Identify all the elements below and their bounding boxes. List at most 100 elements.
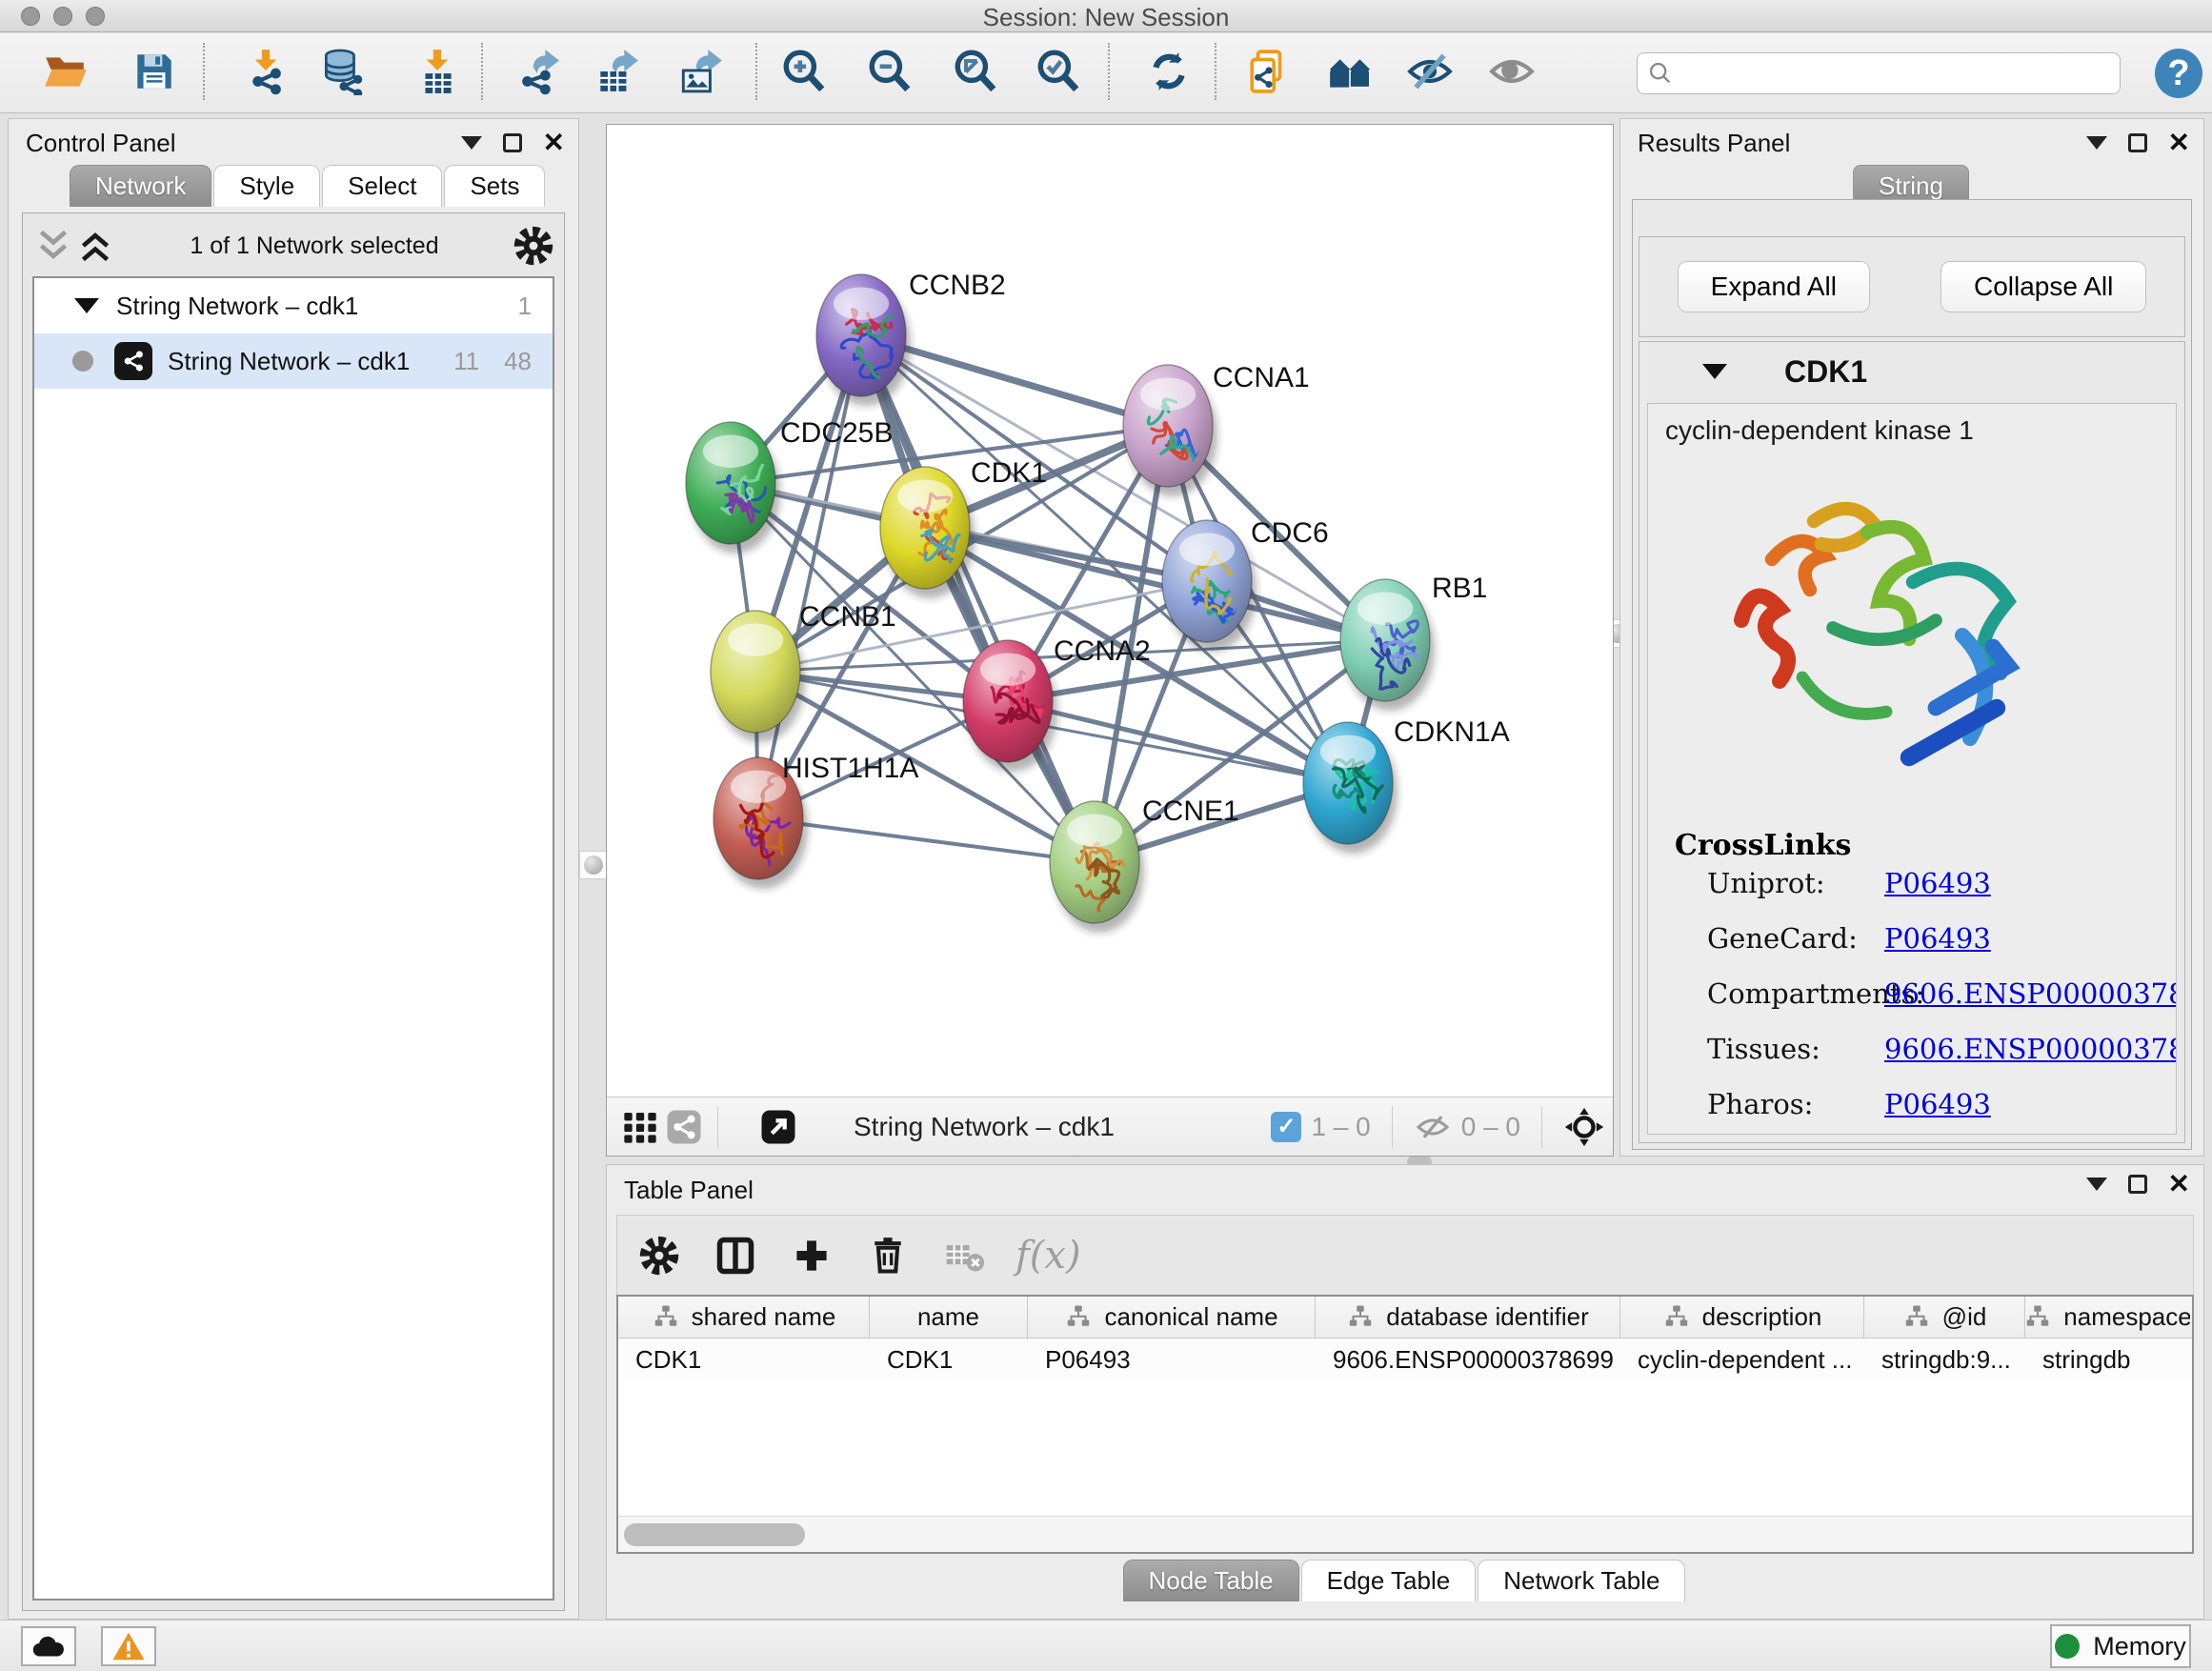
tab-node-table[interactable]: Node Table bbox=[1123, 1560, 1299, 1601]
import-network-from-database-button[interactable] bbox=[314, 44, 370, 99]
crosslink-link[interactable]: P06493 bbox=[1884, 1088, 1991, 1120]
collapse-all-networks-icon[interactable] bbox=[32, 229, 74, 263]
zoom-fit-button[interactable] bbox=[948, 44, 1003, 99]
import-network-button[interactable] bbox=[238, 44, 293, 99]
hide-selected-icon-button[interactable] bbox=[1402, 44, 1458, 99]
column-type-icon bbox=[1662, 1303, 1691, 1332]
collapse-all-button[interactable]: Collapse All bbox=[1941, 261, 2146, 312]
expand-all-button[interactable]: Expand All bbox=[1678, 261, 1870, 312]
tab-style[interactable]: Style bbox=[213, 165, 320, 207]
cell-id[interactable]: stringdb:9... bbox=[1864, 1339, 2025, 1380]
crosslink-label: Uniprot: bbox=[1707, 867, 1825, 899]
panel-close-icon[interactable]: ✕ bbox=[543, 133, 565, 152]
network-collection-row[interactable]: String Network – cdk1 1 bbox=[34, 278, 553, 333]
function-builder-icon[interactable]: f(x) bbox=[1016, 1234, 1081, 1278]
show-all-icon-button[interactable] bbox=[1484, 44, 1539, 99]
table-options-gear-icon[interactable] bbox=[634, 1231, 684, 1280]
column-header-database-identifier[interactable]: database identifier bbox=[1316, 1297, 1620, 1338]
cell-description[interactable]: cyclin-dependent ... bbox=[1620, 1339, 1864, 1380]
network-node-RB1[interactable]: RB1 bbox=[1340, 573, 1487, 711]
network-options-gear-icon[interactable] bbox=[513, 225, 554, 267]
delete-table-icon[interactable] bbox=[939, 1231, 989, 1280]
network-node-CDK1[interactable]: CDK1 bbox=[880, 457, 1047, 598]
column-header-description[interactable]: description bbox=[1620, 1297, 1864, 1338]
cell-shared-name[interactable]: CDK1 bbox=[618, 1339, 870, 1380]
network-view-panel: CCNB2CCNA1CDC25BCDK1CDC6RB1CCNB1CCNA2CDK… bbox=[606, 124, 1614, 1157]
status-bar: Memory bbox=[0, 1620, 2212, 1671]
export-network-button[interactable] bbox=[510, 44, 565, 99]
network-node-HIST1H1A[interactable]: HIST1H1A bbox=[714, 753, 918, 889]
column-header-id[interactable]: @id bbox=[1864, 1297, 2025, 1338]
help-button[interactable]: ? bbox=[2155, 49, 2202, 98]
expand-all-networks-icon[interactable] bbox=[74, 229, 116, 263]
horizontal-scrollbar[interactable] bbox=[618, 1516, 2192, 1552]
network-node-CCNB1[interactable]: CCNB1 bbox=[711, 601, 896, 742]
titlebar: Session: New Session bbox=[0, 0, 2212, 32]
detach-view-icon[interactable] bbox=[756, 1105, 800, 1149]
network-node-CCNE1[interactable]: CCNE1 bbox=[1050, 795, 1239, 933]
node-label-CDC25B: CDC25B bbox=[780, 417, 893, 449]
panel-menu-icon[interactable] bbox=[461, 136, 482, 150]
cell-canonical-name[interactable]: P06493 bbox=[1028, 1339, 1316, 1380]
panel-menu-icon[interactable] bbox=[2086, 136, 2107, 150]
protein-structure-image bbox=[1696, 467, 2077, 819]
import-table-button[interactable] bbox=[410, 44, 465, 99]
node-label-RB1: RB1 bbox=[1432, 573, 1487, 604]
export-image-button[interactable] bbox=[673, 44, 728, 99]
birdseye-navigator-icon[interactable] bbox=[1563, 1106, 1605, 1148]
warnings-button[interactable] bbox=[101, 1626, 156, 1666]
panel-float-icon[interactable] bbox=[2128, 1175, 2147, 1194]
node-label-CCNE1: CCNE1 bbox=[1142, 795, 1239, 827]
search-input[interactable] bbox=[1681, 60, 2110, 87]
export-table-button[interactable] bbox=[589, 44, 644, 99]
crosslink-link[interactable]: P06493 bbox=[1884, 922, 1991, 955]
show-column-icon[interactable] bbox=[711, 1231, 760, 1280]
column-header-canonical-name[interactable]: canonical name bbox=[1028, 1297, 1316, 1338]
crosslink-link[interactable]: P06493 bbox=[1884, 867, 1991, 899]
column-header-name[interactable]: name bbox=[870, 1297, 1028, 1338]
network-node-CDC6[interactable]: CDC6 bbox=[1162, 517, 1329, 652]
open-session-button[interactable] bbox=[38, 44, 93, 99]
tab-select[interactable]: Select bbox=[322, 165, 442, 207]
collection-expand-icon[interactable] bbox=[74, 298, 99, 313]
selected-checkbox-icon[interactable]: ✓ bbox=[1271, 1112, 1301, 1142]
cell-database-identifier[interactable]: 9606.ENSP00000378699 bbox=[1316, 1339, 1620, 1380]
zoom-in-button[interactable] bbox=[776, 44, 832, 99]
left-splitter-handle[interactable] bbox=[579, 851, 608, 879]
entry-collapse-icon[interactable] bbox=[1702, 364, 1727, 379]
clone-network-button[interactable] bbox=[1241, 44, 1297, 99]
cell-name[interactable]: CDK1 bbox=[870, 1339, 1028, 1380]
cell-namespace[interactable]: stringdb bbox=[2025, 1339, 2190, 1380]
first-neighbors-button[interactable] bbox=[1322, 44, 1377, 99]
results-panel: Results Panel ✕ String Expand All Collap… bbox=[1619, 118, 2204, 1157]
delete-column-trash-icon[interactable] bbox=[863, 1231, 913, 1280]
create-column-icon[interactable] bbox=[787, 1231, 836, 1280]
panel-close-icon[interactable]: ✕ bbox=[2168, 133, 2190, 152]
zoom-selected-button[interactable] bbox=[1031, 44, 1086, 99]
network-canvas[interactable]: CCNB2CCNA1CDC25BCDK1CDC6RB1CCNB1CCNA2CDK… bbox=[607, 125, 1613, 1095]
panel-menu-icon[interactable] bbox=[2086, 1178, 2107, 1191]
column-header-shared-name[interactable]: shared name bbox=[618, 1297, 870, 1338]
network-view-icon[interactable] bbox=[662, 1105, 706, 1149]
save-session-button[interactable] bbox=[127, 44, 182, 99]
grid-view-icon[interactable] bbox=[618, 1105, 662, 1149]
tab-edge-table[interactable]: Edge Table bbox=[1301, 1560, 1477, 1601]
scrollbar-thumb[interactable] bbox=[624, 1523, 805, 1546]
memory-button[interactable]: Memory bbox=[2050, 1624, 2191, 1668]
panel-float-icon[interactable] bbox=[503, 133, 522, 152]
cloud-status-button[interactable] bbox=[21, 1626, 76, 1666]
tab-network-table[interactable]: Network Table bbox=[1478, 1560, 1685, 1601]
refresh-button[interactable] bbox=[1141, 44, 1196, 99]
column-header-namespace[interactable]: namespace bbox=[2025, 1297, 2190, 1338]
tab-network[interactable]: Network bbox=[70, 165, 211, 207]
zoom-out-button[interactable] bbox=[862, 44, 917, 99]
network-row[interactable]: String Network – cdk1 11 48 bbox=[34, 333, 553, 389]
panel-float-icon[interactable] bbox=[2128, 133, 2147, 152]
panel-close-icon[interactable]: ✕ bbox=[2168, 1175, 2190, 1194]
network-node-CCNB2[interactable]: CCNB2 bbox=[816, 270, 1006, 406]
tab-sets[interactable]: Sets bbox=[444, 165, 545, 207]
network-node-CDKN1A[interactable]: CDKN1A bbox=[1303, 716, 1510, 854]
network-node-CDC25B[interactable]: CDC25B bbox=[686, 417, 893, 554]
crosslink-link[interactable]: 9606.ENSP00000378699 bbox=[1884, 1033, 2177, 1065]
crosslink-link[interactable]: 9606.ENSP00000378699 bbox=[1884, 977, 2177, 1010]
